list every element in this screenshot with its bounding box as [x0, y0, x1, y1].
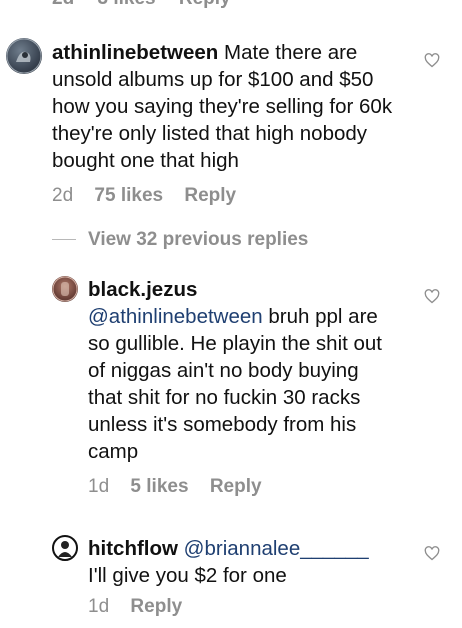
comment-mention[interactable]: @athinlinebetween: [88, 305, 263, 328]
avatar[interactable]: [6, 38, 42, 74]
comment-meta: 1d 5 likes Reply: [88, 476, 278, 498]
previous-comment-meta: 2d 3 likes Reply: [52, 0, 249, 10]
avatar-image: [52, 276, 78, 302]
comment-body: black.jezus @athinlinebetween bruh ppl a…: [88, 276, 388, 465]
comment-time: 2d: [52, 185, 74, 206]
comment-body: hitchflow @briannalee______ I'll give yo…: [88, 535, 398, 589]
comment-text: I'll give you $2 for one: [88, 564, 287, 587]
heart-outline-icon[interactable]: [424, 289, 440, 304]
comment-time: 1d: [88, 596, 110, 617]
reply-button[interactable]: Reply: [130, 596, 182, 617]
comment-meta: 1d Reply: [88, 596, 198, 618]
comment-username[interactable]: hitchflow: [88, 537, 178, 560]
avatar-image: [6, 38, 42, 74]
avatar-image: [58, 541, 72, 557]
comment-mention[interactable]: @briannalee______: [184, 537, 369, 560]
comment-username[interactable]: athinlinebetween: [52, 41, 218, 64]
reply-button[interactable]: Reply: [210, 476, 262, 497]
previous-comment-reply-button[interactable]: Reply: [179, 0, 231, 9]
divider-line: [52, 239, 76, 241]
avatar[interactable]: [52, 535, 78, 561]
previous-comment-time: 2d: [52, 0, 74, 9]
reply-button[interactable]: Reply: [184, 185, 236, 206]
comment-meta: 2d 75 likes Reply: [52, 185, 252, 207]
heart-outline-icon[interactable]: [424, 546, 440, 561]
comment-body: athinlinebetween Mate there are unsold a…: [52, 39, 397, 174]
comment-likes[interactable]: 75 likes: [94, 185, 163, 206]
comment-likes[interactable]: 5 likes: [130, 476, 188, 497]
view-previous-replies-label: View 32 previous replies: [88, 229, 309, 250]
previous-comment-likes[interactable]: 3 likes: [97, 0, 155, 9]
avatar[interactable]: [52, 276, 78, 302]
view-previous-replies-button[interactable]: View 32 previous replies: [52, 229, 308, 251]
heart-outline-icon[interactable]: [424, 53, 440, 68]
comment-username[interactable]: black.jezus: [88, 278, 197, 301]
comment-text: bruh ppl are so gullible. He playin the …: [88, 305, 383, 463]
comment-time: 1d: [88, 476, 110, 497]
